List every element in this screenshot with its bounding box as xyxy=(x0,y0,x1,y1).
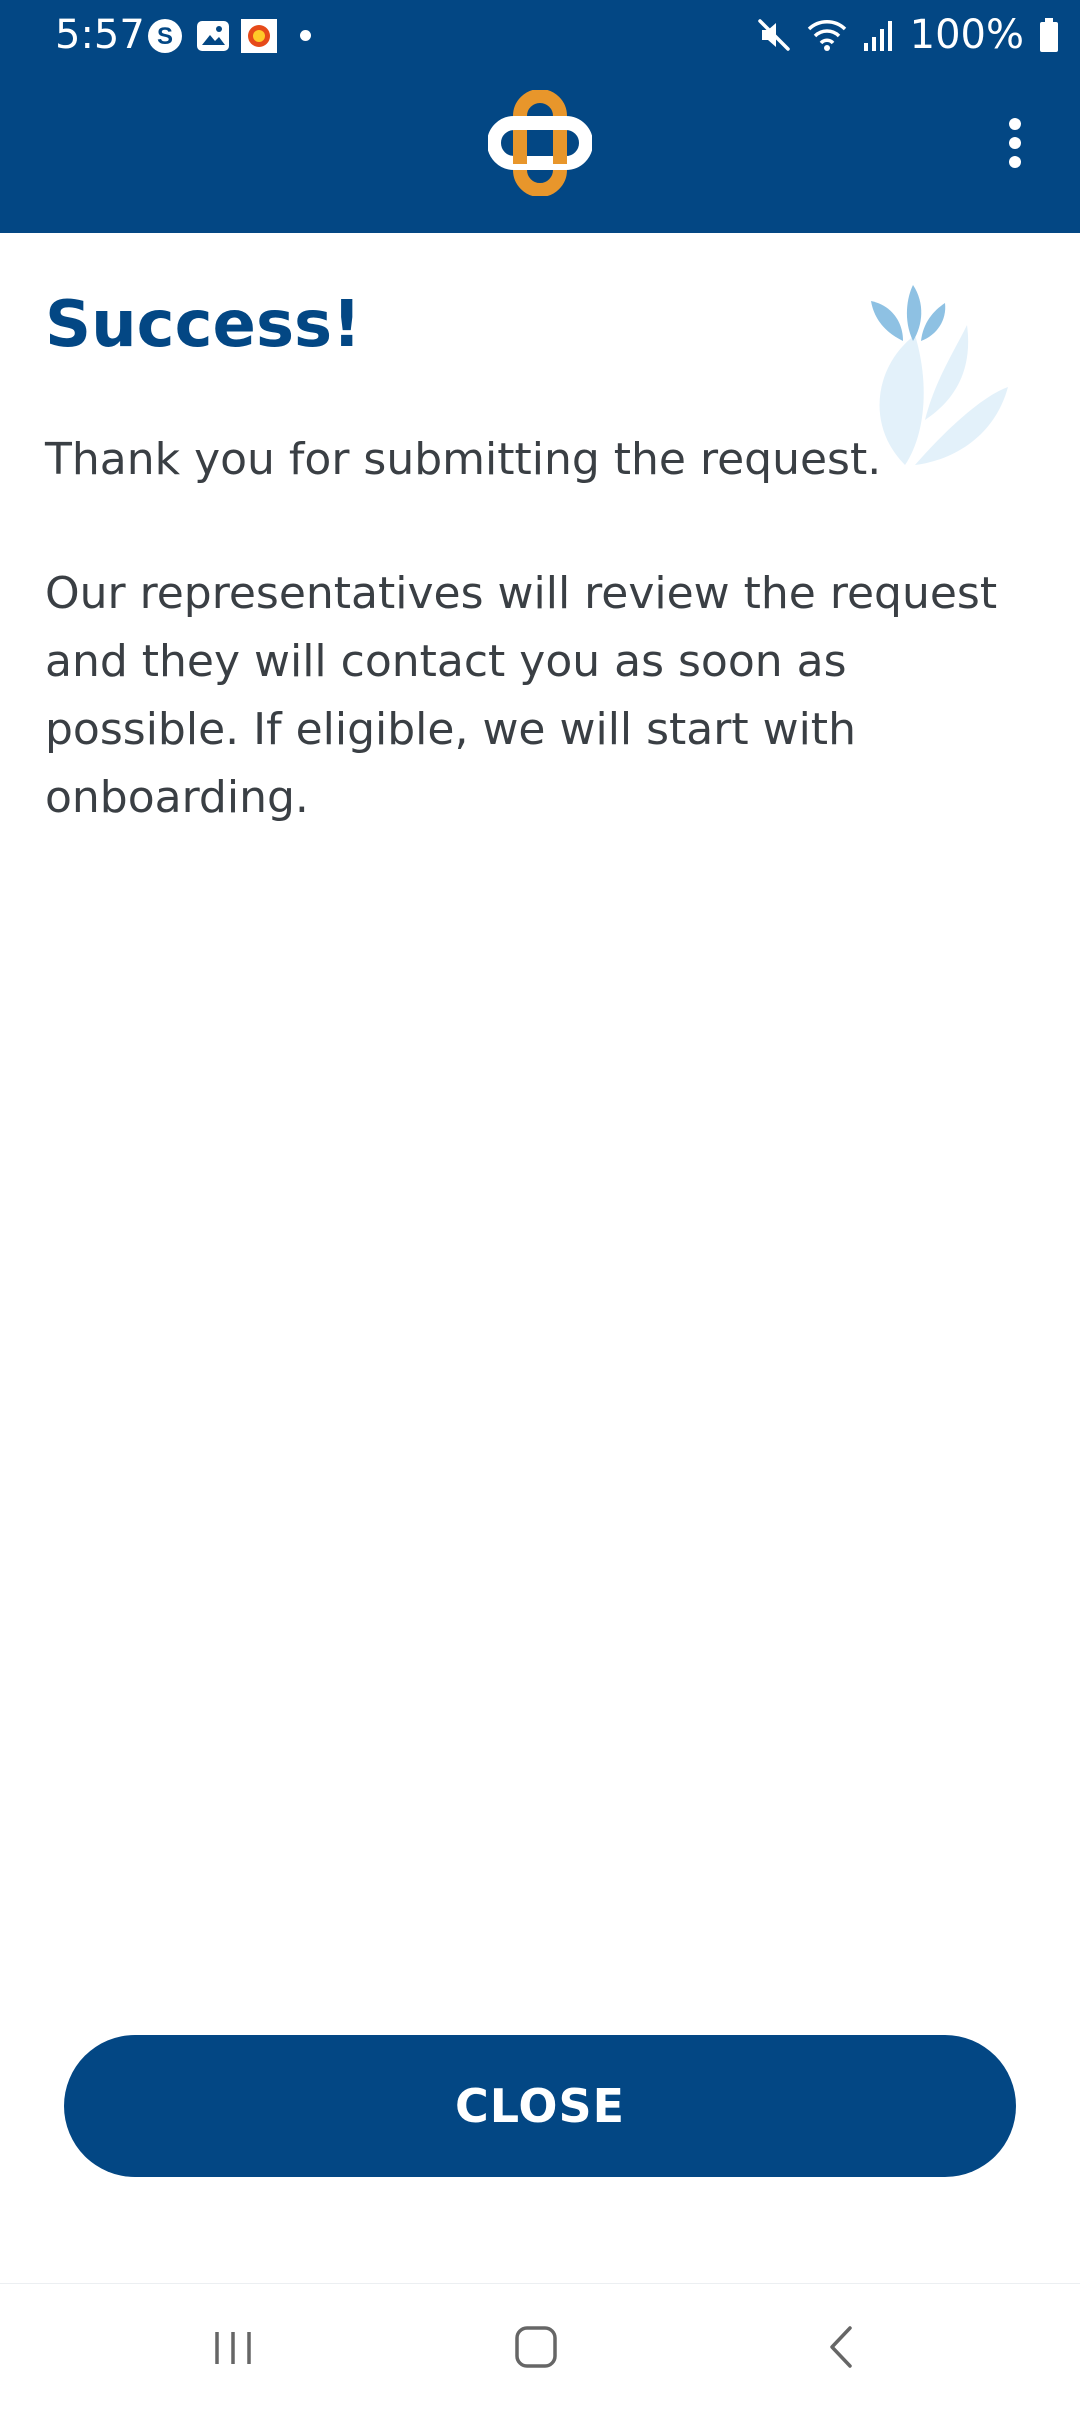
battery-percent: 100% xyxy=(909,12,1024,58)
skype-icon: S xyxy=(148,19,182,53)
thank-you-text: Thank you for submitting the request. xyxy=(45,434,882,485)
app-notification-icon xyxy=(241,19,277,53)
info-paragraph: Our representatives will review the requ… xyxy=(45,568,998,823)
wifi-icon xyxy=(807,20,846,51)
svg-text:S: S xyxy=(157,23,173,50)
navigation-bar xyxy=(0,2283,1080,2409)
signal-icon xyxy=(863,21,892,51)
gallery-icon xyxy=(197,21,229,51)
close-button[interactable]: CLOSE xyxy=(64,2035,1016,2177)
cross-logo-icon xyxy=(488,90,592,196)
recents-icon[interactable] xyxy=(195,2314,275,2380)
status-bar: 5:57 S 100% xyxy=(0,0,1080,70)
app-header: 5:57 S 100% xyxy=(0,0,1080,233)
page-title: Success! xyxy=(45,288,362,362)
back-icon[interactable] xyxy=(800,2314,880,2380)
dot-icon xyxy=(300,30,311,41)
more-vert-icon[interactable] xyxy=(990,110,1040,180)
mute-icon xyxy=(757,19,790,51)
battery-icon xyxy=(1040,18,1058,52)
home-icon[interactable] xyxy=(496,2314,576,2380)
status-time: 5:57 xyxy=(55,12,145,58)
